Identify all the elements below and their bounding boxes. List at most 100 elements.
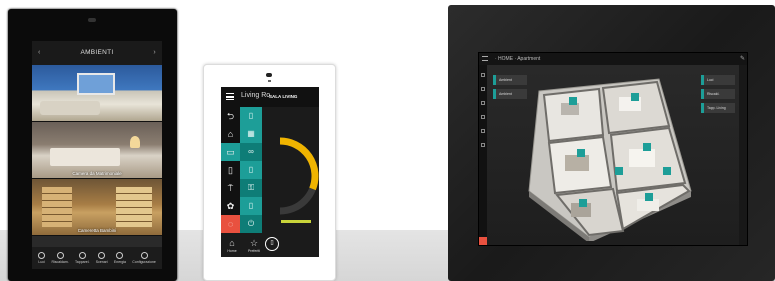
link-icon[interactable]: ∞ [240,143,262,161]
screen-icon[interactable]: ▯ [221,161,240,179]
right-icon-rail [739,65,747,245]
room-tile-living[interactable] [32,65,162,122]
bed-shape [50,148,120,166]
prev-arrow-icon[interactable]: ‹ [38,41,41,65]
room-marker[interactable] [579,199,587,207]
shutter-icon [78,252,86,259]
sofa-shape [40,101,100,115]
nav-label: Tapparel. [75,260,90,264]
nav-label: Luci [38,260,45,264]
window-shape [77,73,115,95]
speaker-icon [266,73,272,77]
device-round-icon[interactable]: ▯ [265,237,279,251]
blinds-icon[interactable]: ▦ [240,125,262,143]
home-icon[interactable] [481,73,485,77]
room-marker[interactable] [577,149,585,157]
nav-item-scenari[interactable]: Scenari [96,252,108,264]
shelf-shape [42,187,72,227]
nav-item-luci[interactable]: Luci [38,252,46,264]
home-icon: ⌂ [229,237,235,248]
room-marker[interactable] [631,93,639,101]
menu-icon[interactable] [482,56,488,61]
scene-icon[interactable] [481,129,485,133]
camera-icon[interactable] [481,143,485,147]
lamp-shape [130,136,140,148]
left-icon-rail [479,65,487,245]
nav-label: Scenari [95,260,108,264]
gauge-track [279,137,319,215]
nav-label: Configurazione [132,260,156,264]
primary-icon-column: ⮌ ⌂ ▭ ▯ ⍑ ✿ ◌ [221,107,240,233]
room-marker[interactable] [663,167,671,175]
room-title: Living Ro [241,92,271,99]
right-device-screen: · HOME · Apartment ✎ Ambient Ambient Luc… [478,52,748,246]
level-bar[interactable] [281,220,311,223]
dimmer-gauge[interactable] [265,131,319,221]
next-arrow-icon[interactable]: › [153,41,156,65]
nav-home[interactable]: ⌂ Home [221,233,243,257]
lamp-icon[interactable]: ⍑ [221,179,240,197]
thermo-icon [56,252,64,259]
room-subtitle: SALA LIVING [269,94,298,99]
widget-card[interactable]: Riscald. [701,89,735,99]
home-icon[interactable]: ⌂ [221,125,240,143]
nav-label: Energia [113,260,126,264]
room-marker[interactable] [569,97,577,105]
nav-item-configurazione[interactable]: Configurazione [132,252,156,264]
back-icon[interactable]: ⮌ [221,107,240,125]
room-marker[interactable] [643,143,651,151]
edit-icon[interactable]: ✎ [740,53,745,65]
ambienti-header: ‹ AMBIENTI › [32,41,162,65]
star-icon: ☆ [249,237,259,248]
left-device-screen: ‹ AMBIENTI › Camera da Matrimoniale Came… [32,41,162,269]
right-top-bar: · HOME · Apartment ✎ [479,53,747,65]
light-icon[interactable] [481,87,485,91]
camera-icon [88,18,96,22]
room-tile-kidsroom[interactable]: Cameretta Bambini [32,179,162,236]
bulb-icon[interactable]: ▯ [240,107,262,125]
sofa-icon[interactable]: ▭ [221,143,240,161]
level-bar-fill [281,220,311,223]
panel-middle-device: Living Ro SALA LIVING ⮌ ⌂ ▭ ▯ ⍑ ✿ ◌ ▯ ▦ … [203,64,336,281]
chat-icon[interactable]: ◌ [221,215,240,233]
power-icon[interactable]: ⏻ [240,215,262,233]
sensor-dot [268,80,271,82]
gauge-fill [279,137,319,191]
room-marker[interactable] [615,167,623,175]
widget-card[interactable]: Tapp. Living [701,103,735,113]
thermometer-icon[interactable]: ▯ [240,161,262,179]
energy-icon [116,252,124,259]
lock-icon[interactable]: ⚿ [240,179,262,197]
room-tile-bedroom[interactable]: Camera da Matrimoniale [32,122,162,179]
nav-label: Home [227,248,237,253]
menu-icon[interactable] [226,93,234,100]
nav-label: Preferiti [247,248,261,253]
scene-icon [98,252,106,259]
thermo-icon[interactable] [481,101,485,105]
left-bottom-nav: Luci Riscaldam. Tapparel. Scenari Energi… [32,247,162,269]
secondary-icon-column: ▯ ▦ ∞ ▯ ⚿ ▯ ⏻ [240,107,262,233]
nav-item-energia[interactable]: Energia [114,252,126,264]
flower-icon[interactable]: ✿ [221,197,240,215]
isometric-floorplan[interactable] [519,71,699,241]
shutter-icon[interactable] [481,115,485,119]
middle-device-screen: Living Ro SALA LIVING ⮌ ⌂ ▭ ▯ ⍑ ✿ ◌ ▯ ▦ … [221,87,319,257]
room-caption: Cameretta Bambini [77,228,117,233]
ambienti-title: AMBIENTI [80,49,114,56]
alarm-icon[interactable] [479,237,487,245]
nav-item-tapparelle[interactable]: Tapparel. [75,252,89,264]
app-title: · HOME · Apartment [495,56,541,62]
nav-label: Riscaldam. [51,260,69,264]
nav-favorites[interactable]: ☆ Preferiti [243,233,265,257]
gear-icon [140,252,148,259]
room-marker[interactable] [645,193,653,201]
panel-right-device: · HOME · Apartment ✎ Ambient Ambient Luc… [448,5,775,281]
room-caption: Camera da Matrimoniale [72,171,122,176]
shelf-shape [116,187,152,227]
middle-top-bar: Living Ro SALA LIVING [221,87,319,107]
widget-card[interactable]: Luci [701,75,735,85]
light-icon [38,252,46,259]
bulb-icon[interactable]: ▯ [240,197,262,215]
panel-left-device: ‹ AMBIENTI › Camera da Matrimoniale Came… [8,9,177,281]
nav-item-riscaldamento[interactable]: Riscaldam. [51,252,69,264]
